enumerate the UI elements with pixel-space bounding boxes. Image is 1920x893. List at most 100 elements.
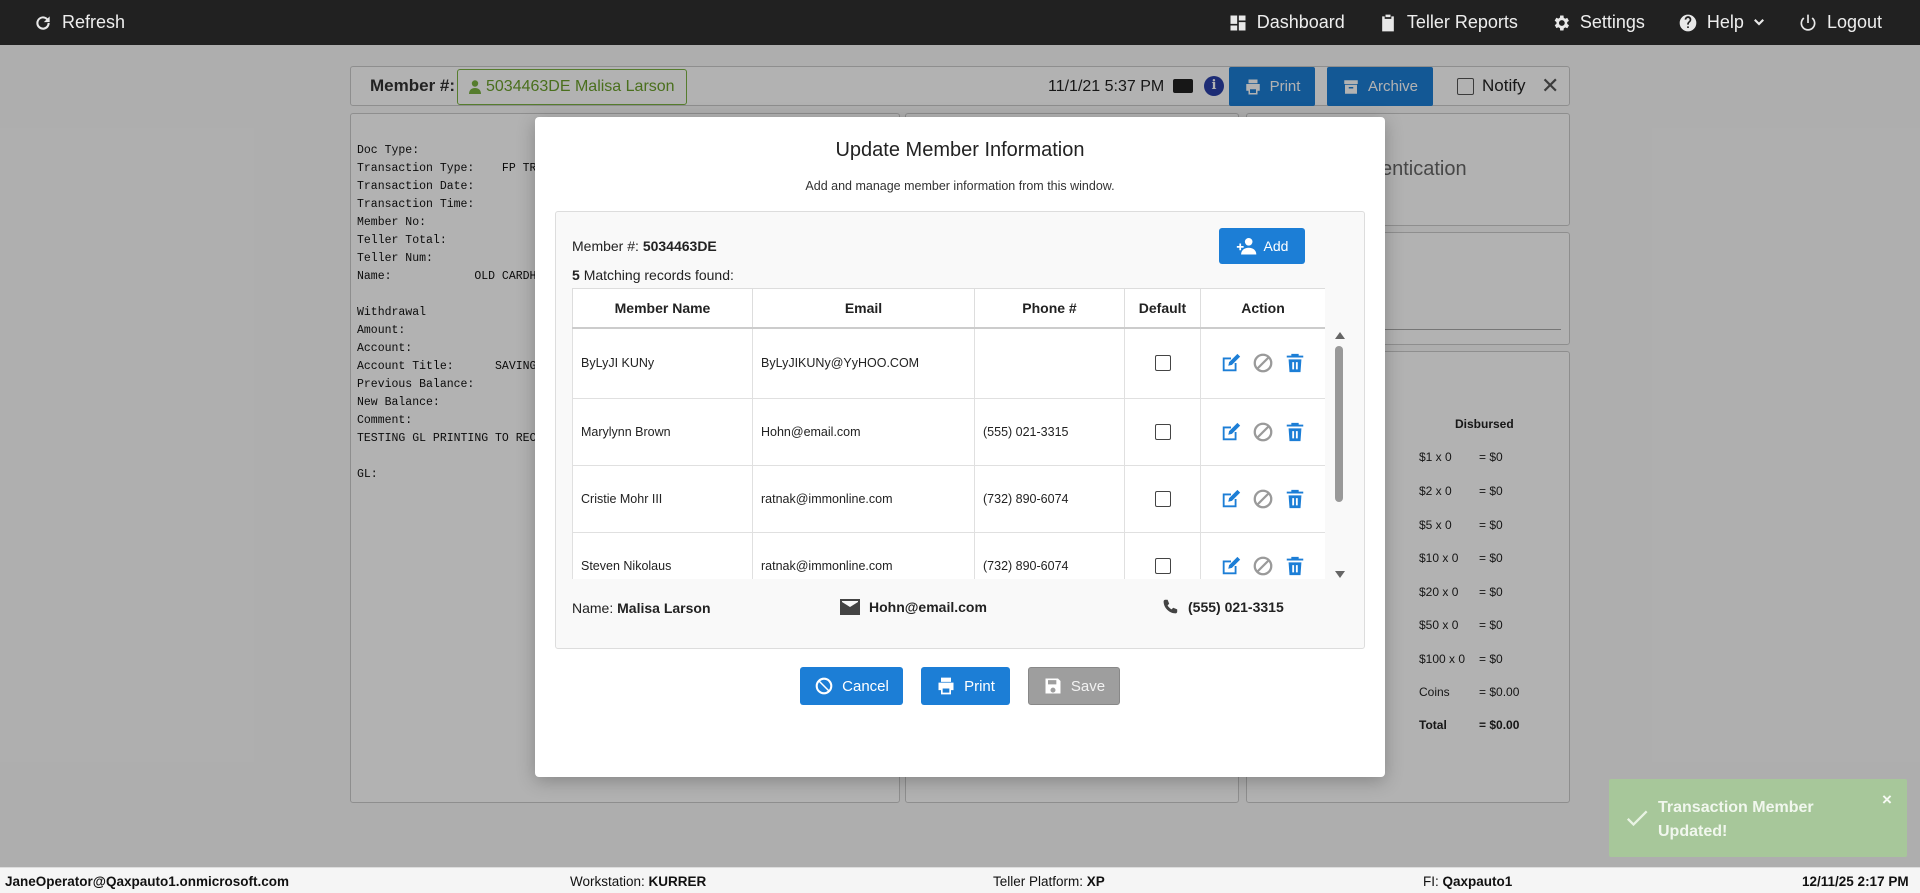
toast-message: Transaction Member Updated!	[1658, 799, 1814, 840]
success-toast: Transaction Member Updated! ×	[1609, 779, 1907, 857]
power-icon	[1798, 13, 1818, 33]
table-row[interactable]: ByLyJI KUNy ByLyJIKUNy@YyHOO.COM	[572, 327, 1325, 399]
add-user-icon	[1236, 237, 1256, 255]
ban-icon	[815, 677, 833, 695]
nav-dashboard-label: Dashboard	[1256, 12, 1345, 32]
phone-icon	[1163, 599, 1178, 614]
nav-logout-label: Logout	[1826, 12, 1882, 32]
status-fi: FI: Qaxpauto1	[1423, 874, 1513, 889]
default-checkbox[interactable]	[1154, 424, 1171, 440]
top-nav-bar: Refresh Dashboard Teller Reports Setting…	[0, 0, 1920, 45]
trash-icon[interactable]	[1284, 555, 1306, 577]
table-row[interactable]: Marylynn Brown Hohn@email.com (555) 021-…	[572, 398, 1325, 466]
selected-member-phone: (555) 021-3315	[1160, 599, 1284, 615]
disable-icon[interactable]	[1252, 488, 1274, 510]
gear-icon	[1551, 13, 1571, 33]
toast-close-icon[interactable]: ×	[1882, 790, 1892, 810]
update-member-dialog: Update Member Information Add and manage…	[535, 117, 1385, 777]
floppy-icon	[1045, 678, 1061, 694]
cell-action	[1200, 327, 1325, 399]
default-checkbox[interactable]	[1154, 558, 1171, 574]
edit-icon[interactable]	[1220, 421, 1242, 443]
cell-default	[1124, 398, 1201, 466]
edit-icon[interactable]	[1220, 352, 1242, 374]
nav-help[interactable]: Help	[1678, 0, 1765, 45]
refresh-icon	[33, 13, 53, 33]
nav-teller-reports[interactable]: Teller Reports	[1378, 0, 1518, 45]
nav-help-label: Help	[1706, 12, 1744, 32]
cancel-label: Cancel	[842, 677, 889, 695]
cell-default	[1124, 532, 1201, 579]
clipboard-icon	[1378, 13, 1398, 33]
trash-icon[interactable]	[1284, 488, 1306, 510]
cell-default	[1124, 465, 1201, 533]
save-button[interactable]: Save	[1028, 667, 1120, 705]
refresh-label: Refresh	[62, 12, 126, 32]
table-row[interactable]: Steven Nikolaus ratnak@immonline.com (73…	[572, 532, 1325, 579]
table-scrollbar[interactable]	[1332, 332, 1346, 579]
question-circle-icon	[1678, 13, 1698, 33]
cell-action	[1200, 532, 1325, 579]
add-member-label: Add	[1263, 238, 1289, 254]
cell-action	[1200, 398, 1325, 466]
match-count: 5 Matching records found:	[572, 267, 734, 283]
add-member-button[interactable]: Add	[1219, 228, 1305, 264]
dialog-member-number: Member #: 5034463DE	[572, 238, 717, 254]
trash-icon[interactable]	[1284, 352, 1306, 374]
cell-phone: (732) 890-6074	[974, 465, 1125, 533]
column-header: Action	[1200, 288, 1325, 329]
member-table: Member Name Email Phone # Default Action…	[572, 288, 1325, 579]
dialog-subtitle: Add and manage member information from t…	[805, 179, 1115, 193]
nav-logout[interactable]: Logout	[1798, 0, 1882, 45]
chevron-down-icon	[1753, 13, 1765, 33]
cell-member-name: Steven Nikolaus	[572, 532, 753, 579]
disable-icon[interactable]	[1252, 421, 1274, 443]
nav-dashboard[interactable]: Dashboard	[1228, 0, 1345, 45]
selected-member-email: Hohn@email.com	[840, 599, 987, 615]
trash-icon[interactable]	[1284, 421, 1306, 443]
scroll-up-arrow[interactable]	[1335, 332, 1345, 339]
cell-action	[1200, 465, 1325, 533]
scroll-thumb[interactable]	[1335, 346, 1343, 502]
status-datetime: 12/11/25 2:17 PM	[1802, 874, 1909, 889]
checkmark-icon	[1623, 804, 1651, 832]
refresh-button[interactable]: Refresh	[33, 0, 125, 45]
cell-email: Hohn@email.com	[752, 398, 975, 466]
nav-teller-reports-label: Teller Reports	[1406, 12, 1518, 32]
status-bar: JaneOperator@Qaxpauto1.onmicrosoft.com W…	[0, 867, 1920, 893]
column-header: Member Name	[572, 288, 753, 329]
cell-email: ratnak@immonline.com	[752, 465, 975, 533]
dashboard-icon	[1228, 13, 1248, 33]
cell-phone	[974, 327, 1125, 399]
edit-icon[interactable]	[1220, 488, 1242, 510]
scroll-down-arrow[interactable]	[1335, 571, 1345, 578]
nav-settings-label: Settings	[1579, 12, 1645, 32]
column-header: Phone #	[974, 288, 1125, 329]
cell-phone: (732) 890-6074	[974, 532, 1125, 579]
selected-member-name: Name: Malisa Larson	[572, 600, 711, 616]
member-records-box: Member #: 5034463DE 5 Matching records f…	[555, 211, 1365, 649]
column-header: Default	[1124, 288, 1201, 329]
table-row[interactable]: Cristie Mohr III ratnak@immonline.com (7…	[572, 465, 1325, 533]
cell-member-name: ByLyJI KUNy	[572, 327, 753, 399]
save-label: Save	[1070, 677, 1106, 695]
column-header: Email	[752, 288, 975, 329]
nav-settings[interactable]: Settings	[1551, 0, 1645, 45]
default-checkbox[interactable]	[1154, 491, 1171, 507]
envelope-icon	[840, 599, 860, 615]
cancel-button[interactable]: Cancel	[800, 667, 903, 705]
print-button[interactable]: Print	[921, 667, 1010, 705]
status-platform: Teller Platform: XP	[993, 874, 1105, 889]
disable-icon[interactable]	[1252, 352, 1274, 374]
disable-icon[interactable]	[1252, 555, 1274, 577]
default-checkbox[interactable]	[1154, 355, 1171, 372]
status-workstation: Workstation: KURRER	[570, 874, 707, 889]
edit-icon[interactable]	[1220, 555, 1242, 577]
table-header: Member Name Email Phone # Default Action	[572, 288, 1325, 329]
cell-phone: (555) 021-3315	[974, 398, 1125, 466]
cell-member-name: Cristie Mohr III	[572, 465, 753, 533]
cell-email: ratnak@immonline.com	[752, 532, 975, 579]
status-user: JaneOperator@Qaxpauto1.onmicrosoft.com	[5, 874, 289, 889]
dialog-title: Update Member Information	[835, 139, 1085, 161]
print-label: Print	[964, 677, 995, 695]
